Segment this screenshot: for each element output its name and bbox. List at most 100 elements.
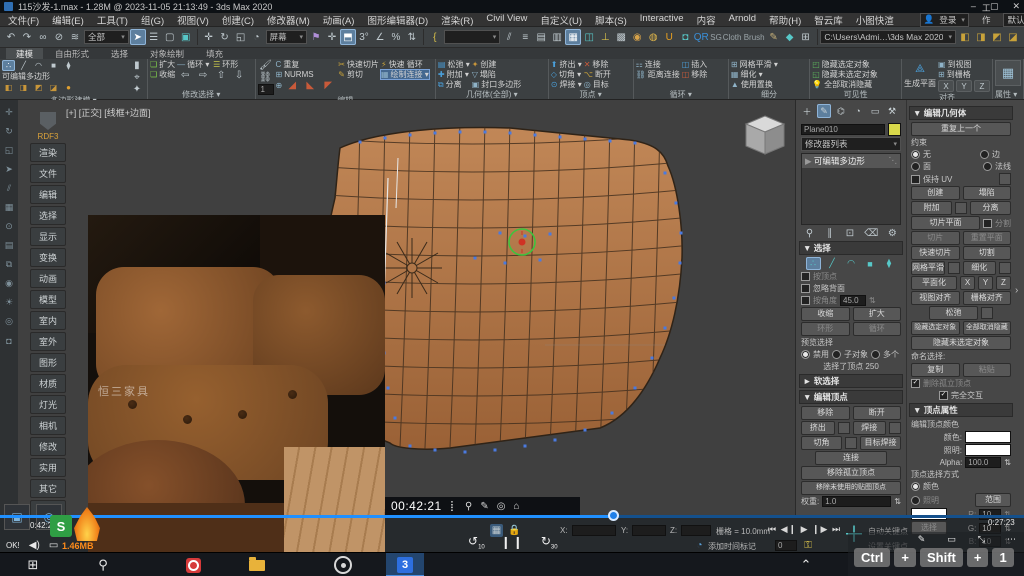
weld-vertex-button[interactable]: 焊接 bbox=[853, 421, 887, 435]
target-weld-button-panel[interactable]: 目标焊接 bbox=[860, 436, 901, 450]
menu-item[interactable]: 编辑(E) bbox=[52, 13, 84, 27]
undo-icon[interactable]: ↶ bbox=[3, 29, 19, 45]
use-displace-button[interactable]: ▲使用置换 bbox=[731, 80, 807, 89]
collapse-button[interactable]: ▽塌陷 bbox=[472, 70, 522, 79]
distance-connect-button[interactable]: ⛓距离连接 bbox=[636, 70, 680, 79]
layer-list-icon[interactable]: ▥ bbox=[549, 29, 565, 45]
copy-button[interactable]: 复制 bbox=[911, 363, 960, 377]
planar-x-button[interactable]: X bbox=[938, 80, 954, 92]
remove-isolated-button[interactable]: 移除孤立顶点 bbox=[801, 466, 901, 480]
cn-toolbar-item[interactable]: 选择 bbox=[30, 206, 66, 225]
pivot-center-icon[interactable]: ⚑ bbox=[308, 29, 324, 45]
range-button[interactable]: 范围 bbox=[975, 493, 1011, 507]
cn-toolbar-item[interactable]: 其它 bbox=[30, 479, 66, 498]
extrude-settings-button[interactable] bbox=[838, 422, 850, 434]
vertex-mode-icon[interactable]: ∴ bbox=[806, 257, 821, 270]
paint-icon-1[interactable]: ◢ bbox=[284, 80, 300, 90]
modifier-list-dropdown[interactable]: 修改器列表▾ bbox=[801, 137, 901, 151]
schematic-view-icon[interactable]: ▩ bbox=[613, 29, 629, 45]
viewport-label[interactable]: [+] [正交] [线框+边面] bbox=[66, 106, 151, 119]
ribbon-tab[interactable]: 自由形式 bbox=[45, 48, 99, 59]
detach-button-panel[interactable]: 分离 bbox=[970, 201, 1011, 215]
properties-icon[interactable]: ▦ bbox=[995, 60, 1021, 86]
rotate-icon[interactable]: ↻ bbox=[217, 29, 233, 45]
poly-mode-icon-2[interactable]: ◨ bbox=[17, 82, 30, 93]
bind-spacewarp-icon[interactable]: ≋ bbox=[67, 29, 83, 45]
rewind-button[interactable]: ↺10 bbox=[468, 534, 485, 550]
render-shortcut-icon-2[interactable]: ◨ bbox=[973, 29, 989, 45]
curve-editor-icon[interactable]: ⊥ bbox=[597, 29, 613, 45]
relax-settings-button[interactable] bbox=[981, 307, 993, 319]
target-weld-button[interactable]: ◎目标 bbox=[584, 80, 611, 89]
break-vertex-button[interactable]: 断开 bbox=[853, 406, 902, 420]
preview-subobj-radio[interactable] bbox=[832, 350, 841, 359]
maximize-button[interactable]: ▢ bbox=[990, 1, 999, 12]
pin-stack-icon[interactable]: ⚲ bbox=[804, 227, 816, 239]
render-shortcut-icon-3[interactable]: ◩ bbox=[989, 29, 1005, 45]
configure-modifier-icon[interactable]: ⚙ bbox=[886, 227, 898, 239]
drag-handle-icon[interactable]: ⡇ bbox=[450, 501, 457, 512]
utilities-tab-icon[interactable]: ⚒ bbox=[885, 104, 899, 118]
edit-named-selections-icon[interactable]: { bbox=[427, 29, 443, 45]
tessellate-button-panel[interactable]: 细化 bbox=[963, 261, 997, 275]
mesh-smooth-button[interactable]: ⊞网格平滑 ▾ bbox=[731, 60, 807, 69]
grid-align-button[interactable]: 栅格对齐 bbox=[963, 291, 1012, 305]
ribbon-tab[interactable]: 选择 bbox=[101, 48, 138, 59]
cn-toolbar-item[interactable]: 室内 bbox=[30, 311, 66, 330]
planar-z-button[interactable]: Z bbox=[974, 80, 990, 92]
viewcube[interactable] bbox=[740, 110, 790, 160]
constraint-face-radio[interactable] bbox=[911, 162, 920, 171]
shrink-button[interactable]: ❏收缩 bbox=[150, 70, 175, 79]
ignore-backfacing-checkbox[interactable] bbox=[801, 284, 810, 293]
slice-plane-button[interactable]: 切片平面 bbox=[911, 216, 980, 230]
camera-tool-icon[interactable]: ◎ bbox=[497, 501, 506, 512]
display-tab-icon[interactable]: ▭ bbox=[868, 104, 882, 118]
ribbon-toggle-icon[interactable]: ▦ bbox=[565, 29, 581, 45]
ribbon-tab[interactable]: 建模 bbox=[6, 48, 43, 59]
strip-material-icon[interactable]: ◉ bbox=[3, 277, 16, 290]
select-rollout-header[interactable]: ▼ 选择 bbox=[799, 241, 903, 255]
menu-item[interactable]: 智云库 bbox=[814, 13, 843, 27]
hierarchy-tab-icon[interactable]: ⌬ bbox=[834, 104, 848, 118]
paste-button[interactable]: 粘贴 bbox=[963, 363, 1012, 377]
tessellate-settings-button[interactable] bbox=[999, 262, 1011, 274]
motion-tab-icon[interactable]: ◔ bbox=[851, 104, 865, 118]
loop-arrow-icon-1[interactable]: ⇦ bbox=[177, 70, 193, 80]
spinner-snap-icon[interactable]: ⇅ bbox=[404, 29, 420, 45]
menu-item[interactable]: 自定义(U) bbox=[540, 13, 582, 27]
weld-button[interactable]: ⊙焊接 ▾ bbox=[551, 80, 582, 89]
hide-selected-button-panel[interactable]: 隐藏选定对象 bbox=[911, 321, 960, 335]
strip-snap-icon[interactable]: ⊙ bbox=[3, 220, 16, 233]
create-button[interactable]: ✦创建 bbox=[472, 60, 522, 69]
align-grid-button[interactable]: ⊞到栅格 bbox=[938, 70, 990, 79]
annotate-arrow-icon[interactable]: ⤡ bbox=[978, 534, 985, 545]
poly-element-icon[interactable]: ⧫ bbox=[62, 60, 75, 71]
planar-y-button[interactable]: Y bbox=[956, 80, 972, 92]
render-shortcut-icon-4[interactable]: ◪ bbox=[1005, 29, 1021, 45]
show-end-result-icon[interactable]: ∥ bbox=[824, 227, 836, 239]
poly-edge-icon[interactable]: ╱ bbox=[17, 60, 30, 71]
make-planar-button[interactable]: ⟁生成平面 bbox=[904, 63, 936, 89]
layer-manager-icon[interactable]: ▤ bbox=[533, 29, 549, 45]
extrude-button[interactable]: ⬆挤出 ▾ bbox=[551, 60, 582, 69]
screen-icon[interactable]: ▭ bbox=[49, 540, 58, 551]
paint-deform-icon[interactable]: 🖌 bbox=[258, 60, 274, 71]
modify-tab-icon[interactable]: ✎ bbox=[817, 104, 831, 118]
ring-button-panel[interactable]: 环形 bbox=[801, 322, 850, 336]
search-button[interactable]: ⚲ bbox=[84, 553, 122, 576]
border-mode-icon[interactable]: ◠ bbox=[844, 257, 859, 270]
cap-poly-button[interactable]: ▣封口多边形 bbox=[472, 80, 522, 89]
constraint-edge-radio[interactable] bbox=[980, 150, 989, 159]
planar-y-button-panel[interactable]: Y bbox=[978, 276, 993, 290]
menu-item[interactable]: Interactive bbox=[640, 13, 684, 27]
panel-scroll-arrow[interactable]: › bbox=[1015, 285, 1024, 309]
polygon-mode-icon[interactable]: ■ bbox=[863, 257, 878, 270]
menu-item[interactable]: 内容 bbox=[697, 13, 716, 27]
playback-controls[interactable]: ⏮ ◀❙ ▶ ❙▶ ⏭ bbox=[768, 524, 841, 535]
menu-item[interactable]: 帮助(H) bbox=[769, 13, 801, 27]
remove-button[interactable]: ✕移除 bbox=[584, 60, 611, 69]
constraint-spinner[interactable]: 1 bbox=[258, 84, 274, 95]
modifier-stack-icon[interactable]: ▮ bbox=[129, 60, 145, 71]
start-button[interactable]: ⊞ bbox=[14, 553, 52, 576]
constraint-none-radio[interactable] bbox=[911, 150, 920, 159]
